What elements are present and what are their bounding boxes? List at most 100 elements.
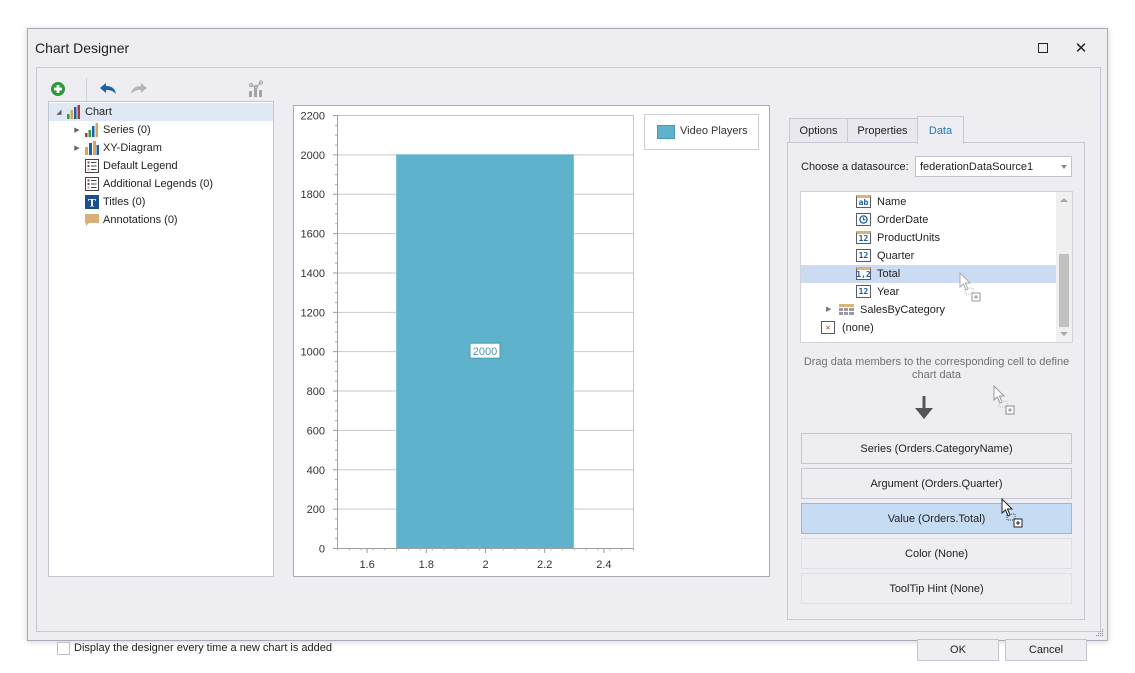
y-tick-label: 1000 — [301, 347, 325, 359]
tree-item-label: Annotations (0) — [103, 214, 178, 226]
undo-button[interactable] — [97, 78, 119, 100]
x-tick-label: 2.2 — [537, 559, 552, 571]
data-members-list[interactable]: ✕ (none) ▶ SalesByCategory 12 Year 1,2 Total 12 Q… — [800, 191, 1073, 343]
datasource-combobox[interactable]: federationDataSource1 — [915, 156, 1072, 177]
drag-copy-cursor-icon — [1001, 498, 1023, 528]
legend-icon — [85, 177, 99, 191]
tree-item-default-legend[interactable]: Default Legend — [49, 157, 273, 175]
chart-scatter-bar-icon — [248, 80, 264, 97]
expanded-arrow-icon[interactable]: ◢ — [55, 108, 63, 116]
vertical-scrollbar[interactable] — [1056, 192, 1072, 342]
redo-icon — [131, 83, 147, 94]
series-icon — [85, 123, 99, 137]
tree-item-annotations-0[interactable]: Annotations (0) — [49, 211, 273, 229]
resize-grip-icon[interactable] — [1096, 629, 1104, 637]
data-member-label: Quarter — [877, 250, 915, 262]
x-tick-label: 1.6 — [359, 559, 374, 571]
integer-field-icon: 12 — [856, 231, 871, 244]
data-member-none[interactable]: ✕ (none) — [801, 319, 1056, 337]
title-icon: T — [85, 195, 99, 210]
ok-button[interactable]: OK — [917, 639, 999, 661]
y-tick-label: 1400 — [301, 268, 325, 280]
y-tick-label: 200 — [307, 504, 325, 516]
chart-preview[interactable]: 0 200 400 600 800 1000 1200 1400 1600 1800 2000 220… — [293, 105, 770, 577]
tab-options[interactable]: Options — [789, 118, 848, 143]
collapsed-arrow-icon[interactable]: ▶ — [73, 126, 81, 134]
scroll-thumb[interactable] — [1059, 254, 1069, 327]
data-member-productunits[interactable]: 12 ProductUnits — [801, 229, 1056, 247]
tree-item-chart[interactable]: ◢ Chart — [49, 103, 273, 121]
legend-label: Video Players — [680, 125, 748, 137]
y-tick-label: 2200 — [301, 111, 325, 123]
data-member-total[interactable]: 1,2 Total — [801, 265, 1056, 283]
add-element-button[interactable] — [47, 78, 69, 100]
show-designer-checkbox[interactable] — [57, 642, 70, 655]
scroll-up-icon[interactable] — [1060, 198, 1068, 202]
data-member-label: Total — [877, 268, 901, 280]
data-member-label: OrderDate — [877, 214, 929, 226]
datasource-value: federationDataSource1 — [920, 161, 1034, 173]
y-tick-label: 1200 — [301, 307, 325, 319]
dialog-title: Chart Designer — [35, 40, 130, 56]
cancel-button[interactable]: Cancel — [1005, 639, 1087, 661]
chart-legend[interactable]: Video Players — [644, 114, 759, 150]
drag-copy-cursor-icon — [993, 385, 1015, 415]
title-bar[interactable]: Chart Designer ✕ — [28, 29, 1107, 67]
collapsed-arrow-icon[interactable]: ▶ — [826, 305, 831, 313]
data-member-year[interactable]: 12 Year — [801, 283, 1056, 301]
y-tick-label: 400 — [307, 465, 325, 477]
y-tick-label: 0 — [319, 544, 325, 556]
data-member-label: Name — [877, 196, 907, 208]
tab-properties[interactable]: Properties — [847, 118, 918, 143]
data-slot-argument[interactable]: Argument (Orders.Quarter) — [801, 468, 1072, 499]
tree-item-label: Titles (0) — [103, 196, 146, 208]
decimal-field-icon: 1,2 — [856, 267, 871, 280]
close-button[interactable]: ✕ — [1070, 38, 1092, 58]
tree-item-label: XY-Diagram — [103, 142, 162, 154]
tree-item-label: Default Legend — [103, 160, 178, 172]
data-member-salesbycategory[interactable]: ▶ SalesByCategory — [801, 301, 1056, 319]
data-slot-value[interactable]: Value (Orders.Total) — [801, 503, 1072, 534]
show-designer-label[interactable]: Display the designer every time a new ch… — [74, 642, 332, 654]
date-field-icon — [856, 213, 871, 226]
data-member-label: ProductUnits — [877, 232, 940, 244]
datasource-label: Choose a datasource: — [801, 161, 909, 173]
chart-canvas: 0200400600800100012001400160018002000220… — [301, 111, 634, 571]
y-tick-label: 1600 — [301, 229, 325, 241]
string-field-icon: ab — [856, 195, 871, 208]
maximize-icon — [1038, 43, 1048, 53]
tree-item-label: Series (0) — [103, 124, 151, 136]
scroll-down-icon[interactable] — [1060, 332, 1068, 336]
undo-icon — [100, 83, 116, 94]
close-icon: ✕ — [1074, 40, 1088, 57]
data-member-quarter[interactable]: 12 Quarter — [801, 247, 1056, 265]
tree-item-titles-0[interactable]: T Titles (0) — [49, 193, 273, 211]
tree-item-additional-legends-0[interactable]: Additional Legends (0) — [49, 175, 273, 193]
maximize-button[interactable] — [1032, 38, 1054, 58]
collapsed-arrow-icon[interactable]: ▶ — [73, 144, 81, 152]
y-tick-label: 1800 — [301, 189, 325, 201]
y-tick-label: 2000 — [301, 150, 325, 162]
redo-button[interactable] — [128, 78, 150, 100]
data-member-name[interactable]: ab Name — [801, 193, 1056, 211]
x-tick-label: 1.8 — [419, 559, 434, 571]
svg-text:T: T — [88, 196, 96, 210]
chart-wizard-button[interactable] — [245, 78, 267, 100]
tree-item-xy-diagram[interactable]: ▶ XY-Diagram — [49, 139, 273, 157]
data-member-orderdate[interactable]: OrderDate — [801, 211, 1056, 229]
tree-item-label: Chart — [85, 106, 112, 118]
chart-icon — [67, 105, 81, 119]
chart-elements-tree[interactable]: ◢ Chart ▶ Series (0) ▶ XY-Diagram Default Lege… — [48, 101, 274, 577]
arrow-down-icon — [915, 396, 933, 419]
table-icon — [839, 304, 854, 316]
y-tick-label: 600 — [307, 425, 325, 437]
drag-hint-text: Drag data members to the corresponding c… — [803, 356, 1070, 381]
chevron-down-icon[interactable] — [1061, 165, 1067, 169]
data-slot-color[interactable]: Color (None) — [801, 538, 1072, 569]
data-slot-tooltip-hint[interactable]: ToolTip Hint (None) — [801, 573, 1072, 604]
drag-ghost-cursor-icon — [959, 271, 983, 305]
bar-label: 2000 — [473, 346, 497, 358]
data-slot-series[interactable]: Series (Orders.CategoryName) — [801, 433, 1072, 464]
tab-data[interactable]: Data — [917, 116, 964, 144]
tree-item-series-0[interactable]: ▶ Series (0) — [49, 121, 273, 139]
